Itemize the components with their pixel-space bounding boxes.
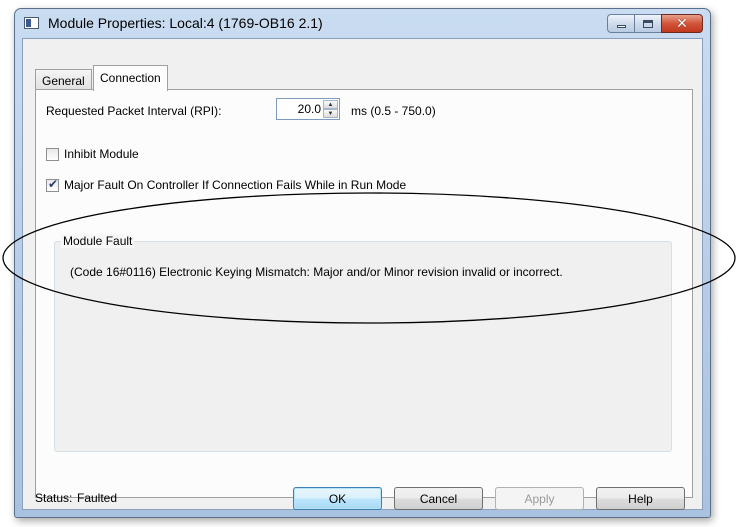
minimize-button[interactable] xyxy=(607,14,634,33)
module-fault-group: Module Fault (Code 16#0116) Electronic K… xyxy=(54,234,672,452)
help-button[interactable]: Help xyxy=(596,487,685,510)
dialog-client-area: General Connection Requested Packet Inte… xyxy=(22,38,703,510)
module-fault-legend: Module Fault xyxy=(61,234,135,248)
rpi-unit-label: ms (0.5 - 750.0) xyxy=(351,104,436,118)
window-icon xyxy=(24,17,39,29)
major-fault-label: Major Fault On Controller If Connection … xyxy=(64,178,407,192)
tab-general[interactable]: General xyxy=(35,69,92,90)
apply-button[interactable]: Apply xyxy=(495,487,584,510)
rpi-value[interactable]: 20.0 xyxy=(298,102,321,116)
major-fault-checkbox[interactable]: Major Fault On Controller If Connection … xyxy=(46,177,407,192)
major-fault-checkbox-box[interactable] xyxy=(46,177,59,192)
up-arrow-icon: ▲ xyxy=(327,101,334,108)
inhibit-module-checkbox[interactable]: Inhibit Module xyxy=(46,147,139,161)
minimize-icon xyxy=(616,25,626,28)
cancel-button[interactable]: Cancel xyxy=(394,487,483,510)
connection-tab-panel: Requested Packet Interval (RPI): 20.0 ▲ … xyxy=(35,89,693,498)
spin-up-button[interactable]: ▲ xyxy=(323,100,338,109)
rpi-spin-buttons: ▲ ▼ xyxy=(323,100,338,118)
close-icon: ✕ xyxy=(676,15,688,32)
down-arrow-icon: ▼ xyxy=(327,110,334,117)
window-title: Module Properties: Local:4 (1769-OB16 2.… xyxy=(48,15,323,31)
rpi-label: Requested Packet Interval (RPI): xyxy=(46,104,222,118)
caption-buttons: ✕ xyxy=(607,14,703,33)
module-fault-message: (Code 16#0116) Electronic Keying Mismatc… xyxy=(70,265,563,279)
title-bar[interactable]: Module Properties: Local:4 (1769-OB16 2.… xyxy=(15,9,710,37)
ok-button[interactable]: OK xyxy=(293,487,382,510)
inhibit-module-label: Inhibit Module xyxy=(64,147,139,161)
rpi-stepper[interactable]: 20.0 ▲ ▼ xyxy=(276,98,340,120)
tab-connection[interactable]: Connection xyxy=(93,65,168,91)
maximize-button[interactable] xyxy=(634,14,661,33)
status-label: Status: xyxy=(35,491,73,505)
maximize-icon xyxy=(643,19,653,28)
module-properties-window: Module Properties: Local:4 (1769-OB16 2.… xyxy=(14,8,711,518)
close-button[interactable]: ✕ xyxy=(661,14,703,33)
status-value: Faulted xyxy=(77,491,118,505)
spin-down-button[interactable]: ▼ xyxy=(323,109,338,118)
inhibit-checkbox-box[interactable] xyxy=(46,147,59,161)
